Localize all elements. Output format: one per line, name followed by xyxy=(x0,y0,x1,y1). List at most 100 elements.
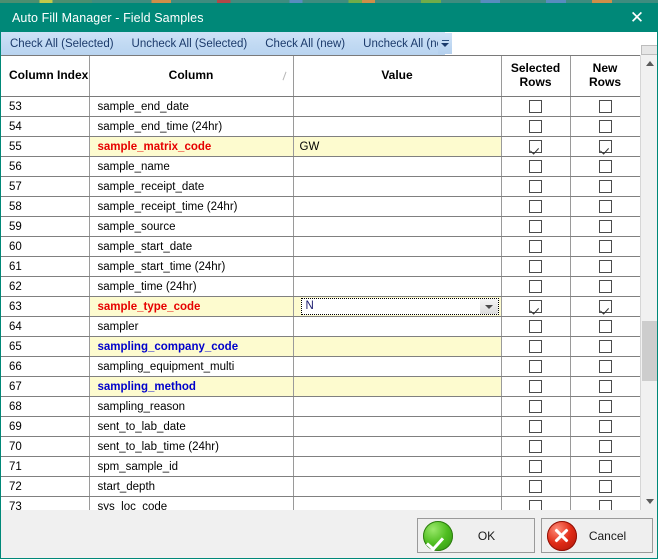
table-row[interactable]: 68 sampling_reason xyxy=(1,396,641,417)
chevron-down-icon[interactable] xyxy=(479,299,498,314)
new-rows-checkbox[interactable] xyxy=(598,320,612,333)
new-rows-checkbox[interactable] xyxy=(598,340,612,353)
cell-value[interactable] xyxy=(293,316,502,337)
toolbar-overflow-chevron-down-icon[interactable] xyxy=(438,33,452,54)
cell-selected-rows-checkbox[interactable] xyxy=(501,436,571,457)
new-rows-checkbox[interactable] xyxy=(598,180,612,193)
cancel-button[interactable]: Cancel xyxy=(541,518,653,553)
scrollbar-thumb[interactable] xyxy=(642,321,657,381)
table-row[interactable]: 64 sampler xyxy=(1,316,641,337)
cell-selected-rows-checkbox[interactable] xyxy=(501,376,571,397)
cell-new-rows-checkbox[interactable] xyxy=(570,236,641,257)
cell-selected-rows-checkbox[interactable] xyxy=(501,396,571,417)
selected-rows-checkbox[interactable] xyxy=(529,300,542,313)
cell-new-rows-checkbox[interactable] xyxy=(570,156,641,177)
cell-value[interactable] xyxy=(293,496,502,510)
cell-value[interactable] xyxy=(293,96,502,117)
table-row[interactable]: 60 sample_start_date xyxy=(1,236,641,257)
cell-selected-rows-checkbox[interactable] xyxy=(501,116,571,137)
new-rows-checkbox[interactable] xyxy=(598,380,612,393)
new-rows-checkbox[interactable] xyxy=(598,240,612,253)
cell-new-rows-checkbox[interactable] xyxy=(570,276,641,297)
cell-value[interactable] xyxy=(293,156,502,177)
cell-new-rows-checkbox[interactable] xyxy=(570,396,641,417)
cell-new-rows-checkbox[interactable] xyxy=(570,96,641,117)
cell-new-rows-checkbox[interactable] xyxy=(570,476,641,497)
cell-value[interactable] xyxy=(293,256,502,277)
cell-value[interactable] xyxy=(293,436,502,457)
scroll-up-arrow-icon[interactable] xyxy=(641,55,658,72)
new-rows-checkbox[interactable] xyxy=(598,200,612,213)
table-row[interactable]: 61 sample_start_time (24hr) xyxy=(1,256,641,277)
cell-new-rows-checkbox[interactable] xyxy=(570,136,641,157)
new-rows-checkbox[interactable] xyxy=(598,260,612,273)
cell-new-rows-checkbox[interactable] xyxy=(570,356,641,377)
new-rows-checkbox[interactable] xyxy=(598,300,612,313)
cell-value[interactable] xyxy=(293,116,502,137)
table-row[interactable]: 72 start_depth xyxy=(1,476,641,497)
table-row[interactable]: 67 sampling_method xyxy=(1,376,641,397)
selected-rows-checkbox[interactable] xyxy=(529,100,542,113)
cell-selected-rows-checkbox[interactable] xyxy=(501,476,571,497)
ok-button[interactable]: OK xyxy=(417,518,535,553)
selected-rows-checkbox[interactable] xyxy=(529,380,542,393)
new-rows-checkbox[interactable] xyxy=(598,500,612,510)
cell-new-rows-checkbox[interactable] xyxy=(570,376,641,397)
selected-rows-checkbox[interactable] xyxy=(529,360,542,373)
cell-value[interactable] xyxy=(293,376,502,397)
cell-new-rows-checkbox[interactable] xyxy=(570,456,641,477)
new-rows-checkbox[interactable] xyxy=(598,220,612,233)
cell-new-rows-checkbox[interactable] xyxy=(570,496,641,510)
new-rows-checkbox[interactable] xyxy=(598,360,612,373)
selected-rows-checkbox[interactable] xyxy=(529,500,542,510)
cell-value[interactable] xyxy=(293,176,502,197)
cell-value[interactable] xyxy=(293,236,502,257)
cell-new-rows-checkbox[interactable] xyxy=(570,296,641,317)
check-all-new-button[interactable]: Check All (new) xyxy=(256,38,354,50)
selected-rows-checkbox[interactable] xyxy=(529,440,542,453)
cell-value[interactable] xyxy=(293,476,502,497)
cell-value[interactable] xyxy=(293,456,502,477)
cell-new-rows-checkbox[interactable] xyxy=(570,336,641,357)
cell-value[interactable] xyxy=(293,396,502,417)
new-rows-checkbox[interactable] xyxy=(598,280,612,293)
cell-selected-rows-checkbox[interactable] xyxy=(501,256,571,277)
cell-selected-rows-checkbox[interactable] xyxy=(501,316,571,337)
selected-rows-checkbox[interactable] xyxy=(529,180,542,193)
cell-selected-rows-checkbox[interactable] xyxy=(501,136,571,157)
cell-new-rows-checkbox[interactable] xyxy=(570,196,641,217)
new-rows-checkbox[interactable] xyxy=(598,100,612,113)
cell-value[interactable]: GW xyxy=(293,136,502,157)
table-row[interactable]: 59 sample_source xyxy=(1,216,641,237)
header-selected-rows[interactable]: Selected Rows xyxy=(501,56,571,97)
cell-selected-rows-checkbox[interactable] xyxy=(501,216,571,237)
cell-value[interactable] xyxy=(293,416,502,437)
cell-selected-rows-checkbox[interactable] xyxy=(501,156,571,177)
cell-value[interactable] xyxy=(293,276,502,297)
table-row[interactable]: 69 sent_to_lab_date xyxy=(1,416,641,437)
cell-selected-rows-checkbox[interactable] xyxy=(501,196,571,217)
table-row[interactable]: 57 sample_receipt_date xyxy=(1,176,641,197)
table-row[interactable]: 70 sent_to_lab_time (24hr) xyxy=(1,436,641,457)
selected-rows-checkbox[interactable] xyxy=(529,460,542,473)
selected-rows-checkbox[interactable] xyxy=(529,220,542,233)
new-rows-checkbox[interactable] xyxy=(598,140,612,153)
value-combobox[interactable]: N xyxy=(300,298,499,315)
selected-rows-checkbox[interactable] xyxy=(529,480,542,493)
vertical-scrollbar[interactable] xyxy=(640,45,658,510)
new-rows-checkbox[interactable] xyxy=(598,120,612,133)
table-row[interactable]: 58 sample_receipt_time (24hr) xyxy=(1,196,641,217)
header-value[interactable]: Value xyxy=(293,56,502,97)
close-icon[interactable]: ✕ xyxy=(616,3,658,32)
cell-selected-rows-checkbox[interactable] xyxy=(501,296,571,317)
new-rows-checkbox[interactable] xyxy=(598,440,612,453)
header-column[interactable]: Column xyxy=(89,56,294,97)
cell-new-rows-checkbox[interactable] xyxy=(570,316,641,337)
selected-rows-checkbox[interactable] xyxy=(529,320,542,333)
cell-new-rows-checkbox[interactable] xyxy=(570,116,641,137)
table-row[interactable]: 73 sys_loc_code xyxy=(1,496,641,510)
cell-selected-rows-checkbox[interactable] xyxy=(501,236,571,257)
cell-selected-rows-checkbox[interactable] xyxy=(501,456,571,477)
table-row[interactable]: 54 sample_end_time (24hr) xyxy=(1,116,641,137)
header-column-index[interactable]: Column Index xyxy=(1,56,90,97)
